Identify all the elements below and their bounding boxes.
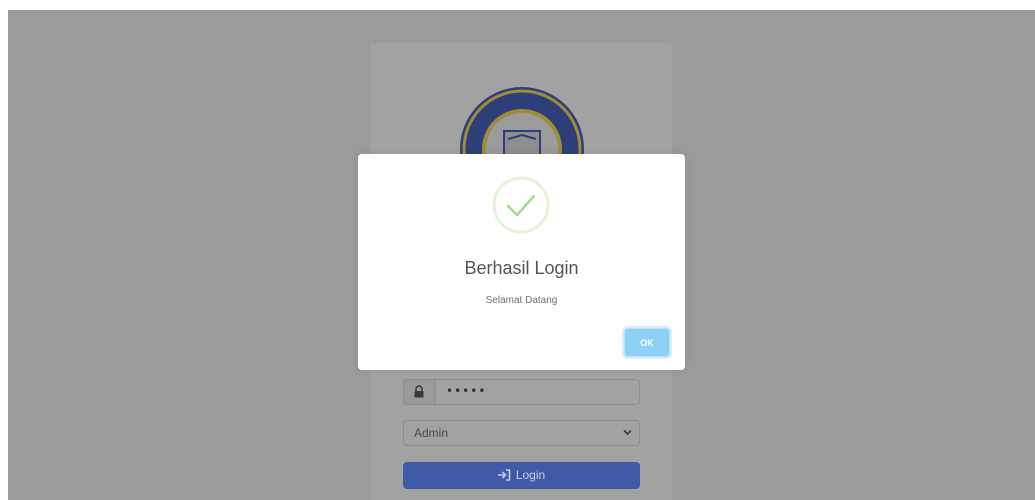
password-value: ••••• [446, 384, 487, 398]
password-field[interactable]: ••••• [403, 379, 640, 405]
alert-message: Selamat Datang [485, 295, 558, 306]
alert-title: Berhasil Login [464, 258, 579, 278]
chevron-down-icon [623, 429, 632, 436]
lock-icon [404, 380, 436, 404]
success-check-icon [492, 176, 550, 234]
ok-button[interactable]: OK [624, 328, 670, 357]
login-button-label: Login [515, 468, 546, 482]
role-select[interactable]: Admin [403, 420, 640, 446]
sign-in-icon [497, 469, 511, 481]
login-button[interactable]: Login [403, 462, 640, 489]
role-selected-value: Admin [414, 426, 449, 440]
success-alert-dialog: Berhasil Login Selamat Datang OK [358, 154, 685, 370]
